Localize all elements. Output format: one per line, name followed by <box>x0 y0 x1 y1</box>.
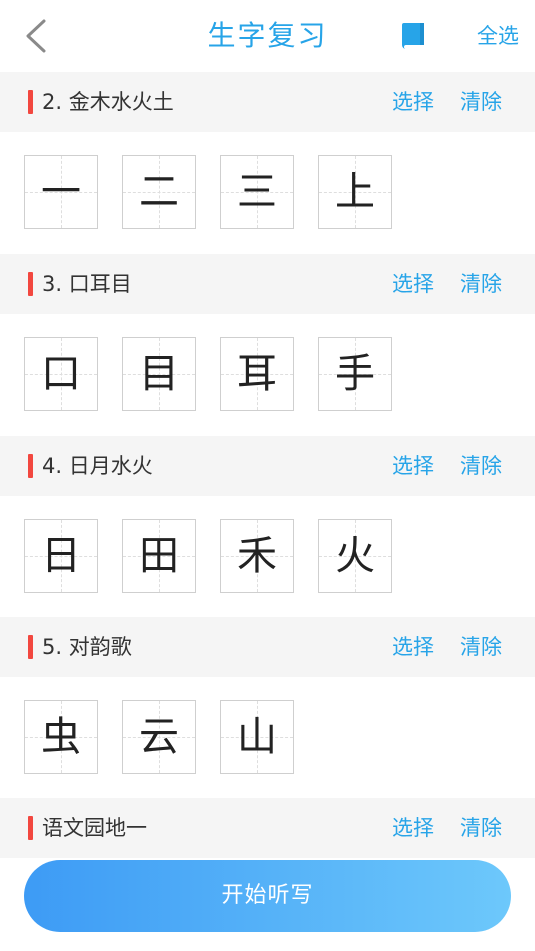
character-card[interactable]: 云 <box>122 700 196 774</box>
book-icon <box>402 23 424 49</box>
character: 一 <box>41 169 81 215</box>
character: 口 <box>41 351 81 397</box>
character-card[interactable]: 上 <box>318 155 392 229</box>
page-title: 生字复习 <box>207 19 328 52</box>
character: 禾 <box>237 533 277 579</box>
section-header: 4. 日月水火 选择 清除 <box>0 436 535 496</box>
character-card[interactable]: 三 <box>220 155 294 229</box>
character-row: 口 目 耳 手 <box>0 314 535 436</box>
character: 云 <box>139 714 179 760</box>
section-title: 4. 日月水火 <box>42 454 153 478</box>
character-card[interactable]: 火 <box>318 519 392 593</box>
character: 上 <box>335 169 375 215</box>
section-clear-button[interactable]: 清除 <box>460 812 502 844</box>
character: 日 <box>41 533 81 579</box>
character-row: 虫 云 山 <box>0 677 535 799</box>
section-marker <box>28 635 33 659</box>
character: 三 <box>237 169 277 215</box>
character: 火 <box>335 533 375 579</box>
section-clear-button[interactable]: 清除 <box>460 268 502 300</box>
character: 二 <box>139 169 179 215</box>
section-header: 语文园地一 选择 清除 <box>0 798 535 858</box>
section-title: 3. 口耳目 <box>42 272 132 296</box>
character: 耳 <box>237 351 277 397</box>
section-select-button[interactable]: 选择 <box>392 631 434 663</box>
section-select-button[interactable]: 选择 <box>392 450 434 482</box>
select-all-button[interactable]: 全选 <box>477 20 519 52</box>
section-title: 2. 金木水火土 <box>42 90 174 114</box>
character: 山 <box>237 714 277 760</box>
section-select-button[interactable]: 选择 <box>392 812 434 844</box>
section-clear-button[interactable]: 清除 <box>460 86 502 118</box>
character-card[interactable]: 耳 <box>220 337 294 411</box>
character-row: 日 田 禾 火 <box>0 496 535 618</box>
section-select-button[interactable]: 选择 <box>392 268 434 300</box>
section-marker <box>28 272 33 296</box>
character: 虫 <box>41 714 81 760</box>
character-card[interactable]: 二 <box>122 155 196 229</box>
section-select-button[interactable]: 选择 <box>392 86 434 118</box>
section-header: 5. 对韵歌 选择 清除 <box>0 617 535 677</box>
character-card[interactable]: 一 <box>24 155 98 229</box>
section-header: 3. 口耳目 选择 清除 <box>0 254 535 314</box>
character: 手 <box>335 351 375 397</box>
character-row: 一 二 三 上 <box>0 132 535 254</box>
character-card[interactable]: 日 <box>24 519 98 593</box>
start-dictation-button[interactable]: 开始听写 <box>24 860 511 932</box>
book-button[interactable] <box>400 22 426 50</box>
character: 田 <box>139 533 179 579</box>
character: 目 <box>139 351 179 397</box>
character-card[interactable]: 禾 <box>220 519 294 593</box>
character-card[interactable]: 口 <box>24 337 98 411</box>
character-card[interactable]: 山 <box>220 700 294 774</box>
character-card[interactable]: 目 <box>122 337 196 411</box>
character-card[interactable]: 田 <box>122 519 196 593</box>
section-marker <box>28 454 33 478</box>
character-card[interactable]: 虫 <box>24 700 98 774</box>
section-marker <box>28 90 33 114</box>
top-bar: 生字复习 全选 <box>0 0 535 72</box>
section-marker <box>28 816 33 840</box>
character-card[interactable]: 手 <box>318 337 392 411</box>
section-clear-button[interactable]: 清除 <box>460 631 502 663</box>
section-header: 2. 金木水火土 选择 清除 <box>0 72 535 132</box>
section-title: 语文园地一 <box>42 816 147 840</box>
section-title: 5. 对韵歌 <box>42 635 132 659</box>
section-clear-button[interactable]: 清除 <box>460 450 502 482</box>
